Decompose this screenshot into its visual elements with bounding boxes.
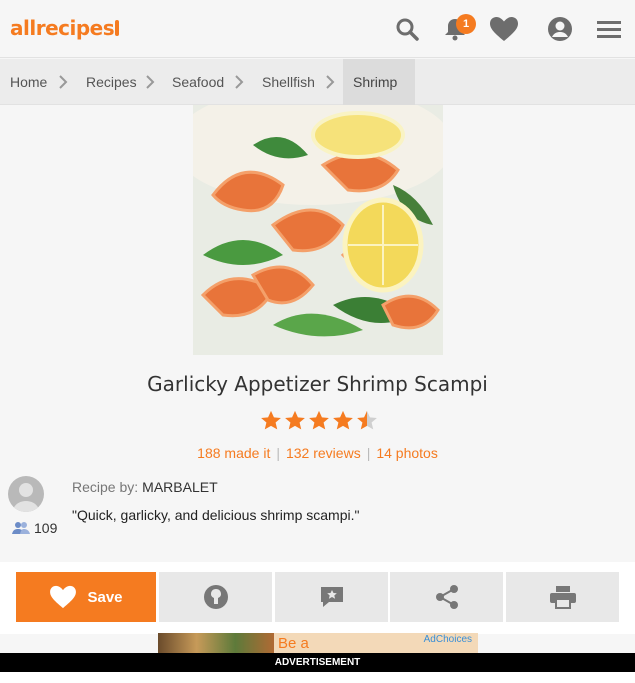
spoon-icon <box>115 20 120 36</box>
chevron-right-icon <box>235 75 244 89</box>
review-button[interactable] <box>275 572 388 622</box>
photos-link[interactable]: 14 photos <box>376 445 438 461</box>
reviews-link[interactable]: 132 reviews <box>286 445 361 461</box>
share-icon <box>435 585 458 609</box>
followers-count: 109 <box>12 520 57 536</box>
star-full-icon <box>309 410 329 430</box>
made-it-button[interactable] <box>159 572 272 622</box>
followers-icon <box>12 522 30 534</box>
favorites-heart-icon[interactable] <box>489 14 519 44</box>
heart-icon <box>50 585 77 609</box>
notification-badge: 1 <box>456 14 476 34</box>
recipe-photo[interactable] <box>193 105 443 355</box>
star-full-icon <box>285 410 305 430</box>
rating-stars[interactable] <box>260 410 380 434</box>
chef-hat-icon <box>203 585 228 609</box>
star-full-icon <box>333 410 353 430</box>
chevron-right-icon <box>146 75 155 89</box>
menu-hamburger-icon[interactable] <box>594 14 624 44</box>
review-star-bubble-icon <box>320 587 343 607</box>
breadcrumb: Home Recipes Seafood Shellfish Shrimp <box>0 59 635 105</box>
search-icon[interactable] <box>392 14 422 44</box>
star-half-icon <box>357 410 377 430</box>
ad-headline: Be a <box>278 635 309 652</box>
share-button[interactable] <box>390 572 503 622</box>
site-header: allrecipes 1 <box>0 0 635 58</box>
advertisement-label: ADVERTISEMENT <box>0 653 635 672</box>
recipe-byline: Recipe by: MARBALET <box>72 479 218 495</box>
save-button[interactable]: Save <box>16 572 156 622</box>
recipe-description: "Quick, garlicky, and delicious shrimp s… <box>72 507 360 523</box>
print-button[interactable] <box>506 572 619 622</box>
breadcrumb-home[interactable]: Home <box>10 59 47 105</box>
breadcrumb-recipes[interactable]: Recipes <box>86 59 137 105</box>
author-name-link[interactable]: MARBALET <box>142 479 217 495</box>
made-it-link[interactable]: 188 made it <box>197 445 270 461</box>
star-full-icon <box>261 410 281 430</box>
recipe-title: Garlicky Appetizer Shrimp Scampi <box>147 372 488 396</box>
user-profile-icon[interactable] <box>545 14 575 44</box>
breadcrumb-seafood[interactable]: Seafood <box>172 59 224 105</box>
chevron-right-icon <box>59 75 68 89</box>
advertisement-banner[interactable]: Be a AdChoices <box>158 633 478 655</box>
adchoices-link[interactable]: AdChoices <box>424 634 472 645</box>
chevron-right-icon <box>326 75 335 89</box>
breadcrumb-shrimp[interactable]: Shrimp <box>343 59 415 105</box>
ad-image <box>158 633 274 655</box>
recipe-stats: 188 made it | 132 reviews | 14 photos <box>197 445 438 461</box>
page-bottom-strip <box>0 672 635 683</box>
author-avatar[interactable] <box>8 476 44 512</box>
action-bar: Save <box>0 562 635 634</box>
breadcrumb-shellfish[interactable]: Shellfish <box>262 59 315 105</box>
printer-icon <box>549 586 576 609</box>
allrecipes-logo[interactable]: allrecipes <box>10 16 120 40</box>
